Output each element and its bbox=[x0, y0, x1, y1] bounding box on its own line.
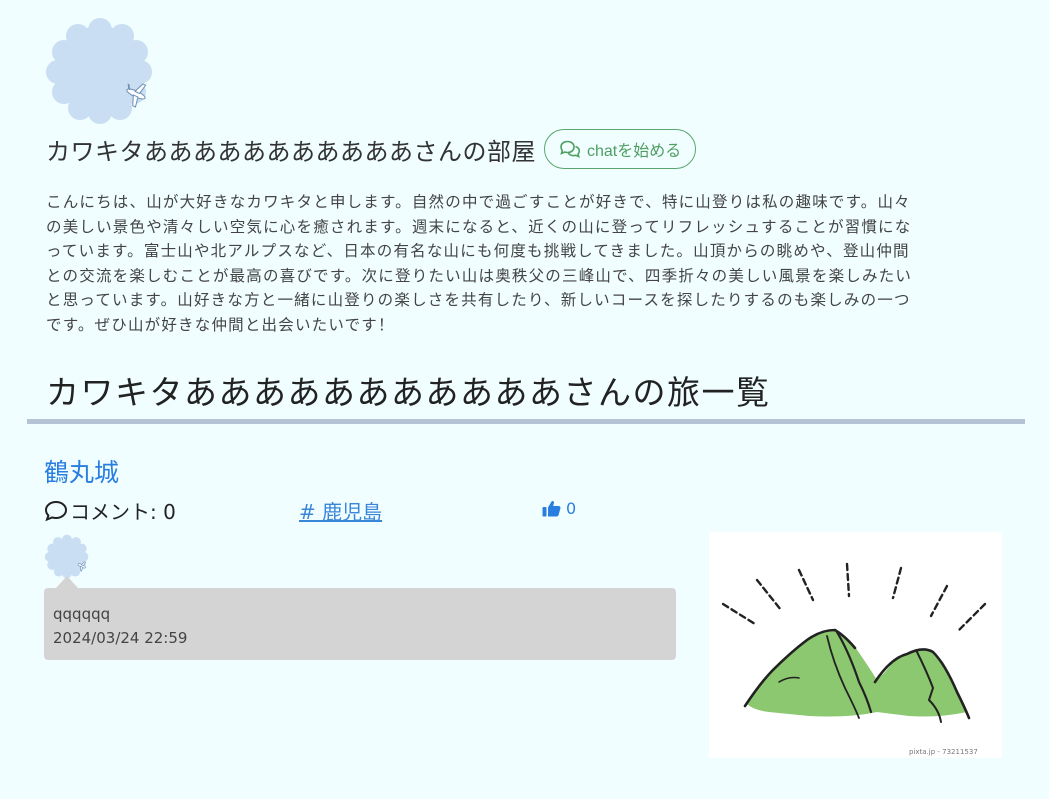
comment-box: qqqqqq 2024/03/24 22:59 bbox=[44, 588, 676, 660]
start-chat-button[interactable]: chatを始める bbox=[544, 129, 697, 169]
comment-text: qqqqqq bbox=[53, 605, 111, 623]
trips-section-title: カワキタあああああああああああさんの旅一覧 bbox=[46, 373, 771, 412]
prefecture-tag-link[interactable]: # 鹿児島 bbox=[299, 496, 382, 525]
user-avatar bbox=[44, 16, 156, 124]
comment-count[interactable]: コメント: 0 bbox=[44, 496, 176, 525]
commenter-avatar bbox=[44, 533, 90, 579]
trip-title-link[interactable]: 鶴丸城 bbox=[44, 453, 119, 489]
thumbs-up-icon bbox=[542, 500, 561, 517]
trip-meta: コメント: 0 # 鹿児島 0 bbox=[44, 496, 644, 526]
trip-photo[interactable]: pixta.jp - 73211537 bbox=[709, 532, 1002, 758]
speech-bubble-icon bbox=[44, 500, 68, 521]
chat-button-label: chatを始める bbox=[587, 143, 682, 160]
like-count: 0 bbox=[566, 499, 577, 518]
comment-pointer bbox=[56, 576, 78, 588]
profile-title: カワキタあああああああああああさんの部屋 bbox=[46, 137, 536, 166]
profile-header: カワキタあああああああああああさんの部屋 chatを始める bbox=[46, 126, 697, 172]
chat-bubbles-icon bbox=[560, 140, 581, 158]
profile-introduction: こんにちは、山が大好きなカワキタと申します。自然の中で過ごすことが好きで、特に山… bbox=[46, 193, 913, 334]
comment-count-label: コメント: 0 bbox=[70, 500, 176, 524]
like-button[interactable]: 0 bbox=[542, 499, 576, 518]
image-watermark: pixta.jp - 73211537 bbox=[909, 748, 978, 756]
cloud-plane-avatar-icon bbox=[44, 534, 89, 579]
comment-date: 2024/03/24 22:59 bbox=[53, 629, 188, 647]
mountain-illustration: pixta.jp - 73211537 bbox=[721, 562, 987, 756]
section-divider bbox=[27, 419, 1025, 424]
cloud-plane-avatar-icon bbox=[46, 18, 152, 124]
